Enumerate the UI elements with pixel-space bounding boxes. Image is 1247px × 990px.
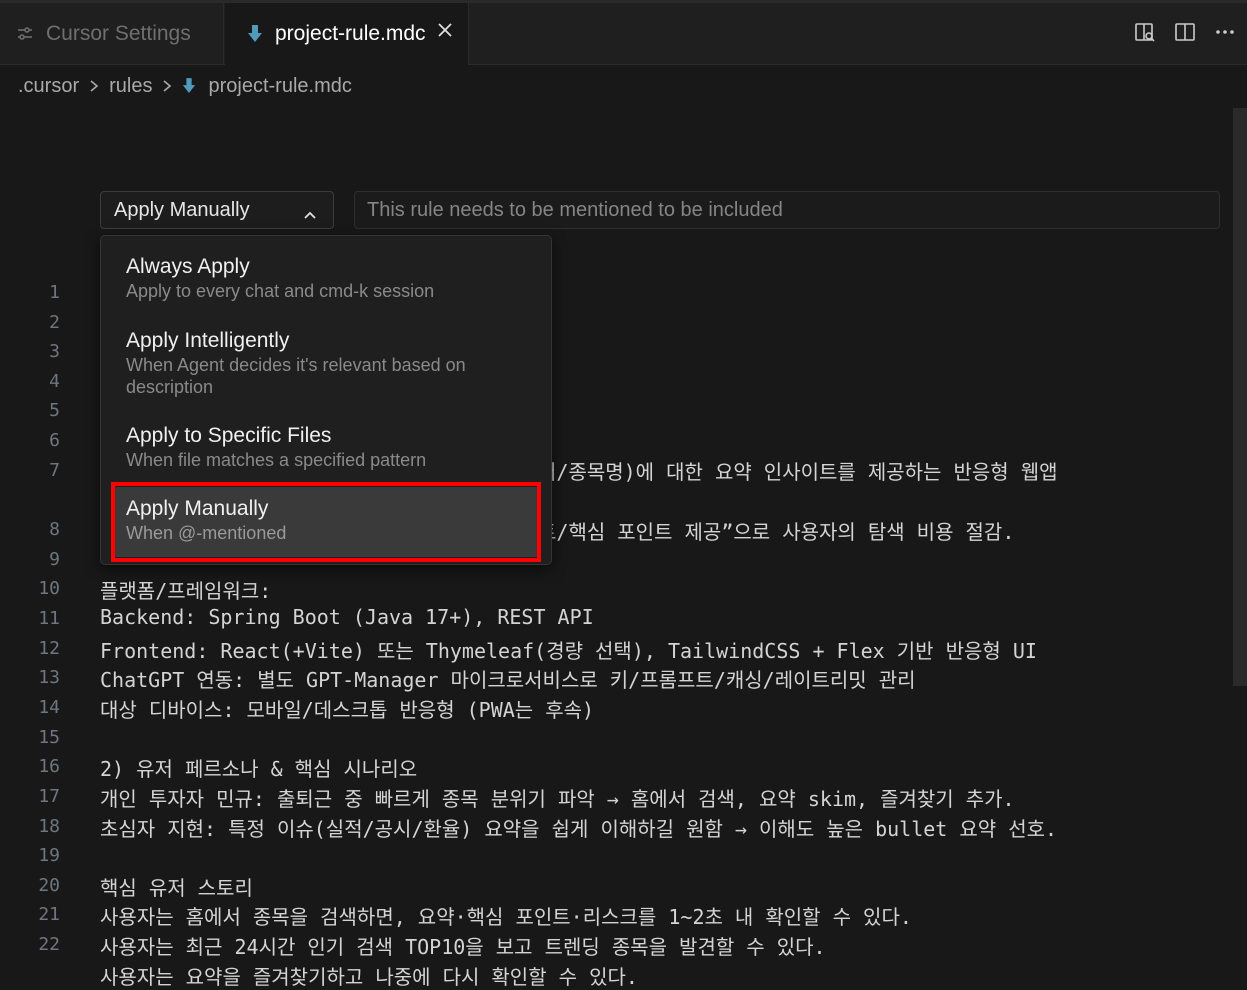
line-number: 22 xyxy=(38,934,60,955)
tab-bar: Cursor Settings project-rule.mdc xyxy=(0,0,1247,65)
option-description: Apply to every chat and cmd-k session xyxy=(126,281,435,301)
mdc-file-icon xyxy=(182,77,196,95)
line-number: 5 xyxy=(49,400,60,421)
breadcrumb-item-rules[interactable]: rules xyxy=(109,75,152,98)
code-line: 2) 유저 페르소나 & 핵심 시나리오 xyxy=(100,757,418,781)
rule-type-select[interactable]: Apply Manually xyxy=(100,191,334,229)
rule-type-selected-label: Apply Manually xyxy=(114,198,250,221)
code-line: ChatGPT 연동: 별도 GPT-Manager 마이크로서비스로 키/프롬… xyxy=(100,668,916,692)
code-line: 플랫폼/프레임워크: xyxy=(100,579,272,603)
option-title: Apply Intelligently xyxy=(126,329,290,352)
line-number: 11 xyxy=(38,608,60,629)
line-number: 10 xyxy=(38,578,60,599)
code-line: 사용자는 최근 24시간 인기 검색 TOP10을 보고 트렌딩 종목을 발견할… xyxy=(100,935,826,959)
annotation-highlight-box xyxy=(111,482,541,562)
tab-cursor-settings[interactable]: Cursor Settings xyxy=(0,3,224,64)
code-line: Backend: Spring Boot (Java 17+), REST AP… xyxy=(100,605,594,629)
line-number: 20 xyxy=(38,875,60,896)
option-always-apply[interactable]: Always Apply Apply to every chat and cmd… xyxy=(101,254,553,302)
more-actions-icon[interactable] xyxy=(1213,20,1237,44)
code-line: 핵심 유저 스토리 xyxy=(100,876,253,900)
line-number: 17 xyxy=(38,786,60,807)
line-number: 14 xyxy=(38,697,60,718)
line-number: 4 xyxy=(49,371,60,392)
tab-project-rule[interactable]: project-rule.mdc xyxy=(225,3,469,65)
code-line: 개인 투자자 민규: 출퇴근 중 빠르게 종목 분위기 파악 → 홈에서 검색,… xyxy=(100,787,1015,811)
mdc-file-icon xyxy=(247,24,263,44)
breadcrumb-item-cursor[interactable]: .cursor xyxy=(18,75,79,98)
option-title: Always Apply xyxy=(126,255,250,278)
line-number: 9 xyxy=(49,549,60,570)
chevron-up-icon xyxy=(303,203,317,226)
rule-description-field[interactable]: This rule needs to be mentioned to be in… xyxy=(354,191,1220,229)
line-number: 7 xyxy=(49,460,60,481)
code-line: Frontend: React(+Vite) 또는 Thymeleaf(경량 선… xyxy=(100,639,1037,663)
line-number: 12 xyxy=(38,638,60,659)
breadcrumb: .cursor rules project-rule.mdc xyxy=(18,72,352,100)
breadcrumb-item-file[interactable]: project-rule.mdc xyxy=(208,75,351,98)
code-line: 대상 디바이스: 모바일/데스크톱 반응형 (PWA는 후속) xyxy=(100,698,595,722)
tab-label: Cursor Settings xyxy=(46,21,191,45)
chevron-right-icon xyxy=(162,79,172,93)
line-number: 21 xyxy=(38,904,60,925)
line-number: 2 xyxy=(49,312,60,333)
split-editor-icon[interactable] xyxy=(1173,20,1197,44)
option-description: When Agent decides it's relevant based o… xyxy=(126,355,466,397)
line-number: 18 xyxy=(38,816,60,837)
open-preview-icon[interactable] xyxy=(1133,20,1157,44)
code-line: 초심자 지현: 특정 이슈(실적/공시/환율) 요약을 쉽게 이해하길 원함 →… xyxy=(100,817,1058,841)
vertical-scrollbar[interactable] xyxy=(1233,108,1247,686)
code-line: 사용자는 홈에서 종목을 검색하면, 요약·핵심 포인트·리스크를 1~2초 내… xyxy=(100,905,912,929)
option-title: Apply to Specific Files xyxy=(126,424,332,447)
line-number: 3 xyxy=(49,341,60,362)
option-apply-intelligently[interactable]: Apply Intelligently When Agent decides i… xyxy=(101,328,553,398)
settings-sliders-icon xyxy=(16,25,34,43)
editor-actions xyxy=(1133,20,1237,44)
chevron-right-icon xyxy=(89,79,99,93)
tab-label: project-rule.mdc xyxy=(275,22,426,45)
code-line: 커/종목명)에 대한 요약 인사이트를 제공하는 반응형 웹앱 xyxy=(538,460,1058,484)
option-apply-to-specific-files[interactable]: Apply to Specific Files When file matche… xyxy=(101,423,553,471)
close-icon[interactable] xyxy=(436,21,454,45)
rule-description-text: This rule needs to be mentioned to be in… xyxy=(367,198,783,221)
line-number: 8 xyxy=(49,519,60,540)
line-number: 16 xyxy=(38,756,60,777)
line-number: 1 xyxy=(49,282,60,303)
line-number: 19 xyxy=(38,845,60,866)
line-number: 6 xyxy=(49,430,60,451)
line-number: 13 xyxy=(38,667,60,688)
line-number: 15 xyxy=(38,727,60,748)
option-description: When file matches a specified pattern xyxy=(126,450,427,470)
code-line: 사용자는 요약을 즐겨찾기하고 나중에 다시 확인할 수 있다. xyxy=(100,965,638,989)
code-line: 트/핵심 포인트 제공”으로 사용자의 탐색 비용 절감. xyxy=(538,520,1015,544)
